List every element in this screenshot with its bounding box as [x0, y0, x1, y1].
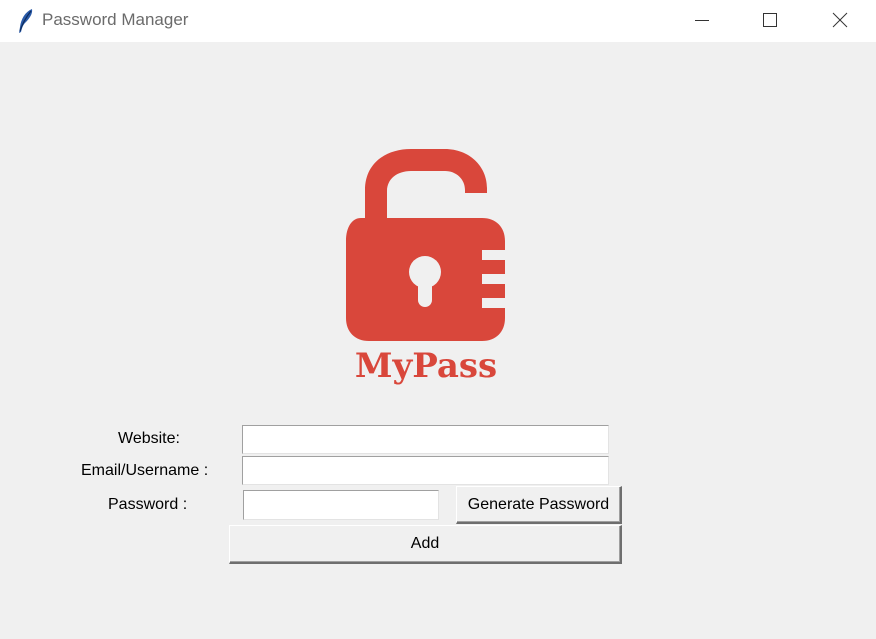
email-username-label: Email/Username :: [81, 462, 209, 479]
website-input[interactable]: [242, 425, 609, 454]
password-input[interactable]: [243, 490, 439, 520]
title-bar: Password Manager: [0, 0, 876, 42]
close-button[interactable]: [810, 0, 870, 40]
add-button[interactable]: Add: [229, 525, 622, 564]
close-icon: [832, 12, 848, 28]
open-padlock-icon: [346, 149, 505, 341]
email-username-input[interactable]: [242, 456, 609, 485]
maximize-icon: [763, 13, 777, 27]
password-label: Password :: [108, 496, 188, 513]
maximize-button[interactable]: [740, 0, 800, 40]
logo-canvas: MyPass: [346, 149, 505, 386]
minimize-button[interactable]: [672, 0, 732, 40]
generate-password-button[interactable]: Generate Password: [456, 486, 622, 524]
minimize-icon: [695, 20, 709, 21]
feather-icon: [19, 9, 33, 33]
website-label: Website:: [118, 430, 180, 447]
logo-text: MyPass: [355, 346, 497, 386]
window-title: Password Manager: [42, 10, 189, 29]
